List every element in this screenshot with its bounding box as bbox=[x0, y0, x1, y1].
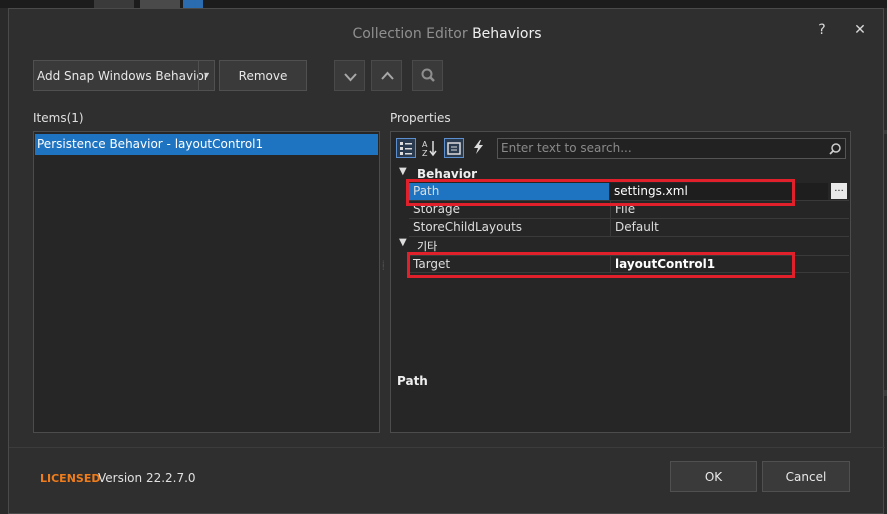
categorized-view-button[interactable] bbox=[396, 138, 416, 158]
collapse-arrow-icon[interactable]: ▼ bbox=[399, 166, 407, 177]
lightning-icon bbox=[474, 140, 483, 154]
footer-divider bbox=[9, 447, 885, 448]
sort-az-icon: AZ bbox=[422, 140, 437, 158]
move-down-button[interactable] bbox=[334, 60, 365, 91]
property-value: Default bbox=[610, 219, 840, 236]
property-search-placeholder: Enter text to search... bbox=[501, 141, 632, 155]
events-button[interactable] bbox=[470, 138, 490, 158]
splitter-grip[interactable]: ⁞ ⁞ bbox=[382, 260, 386, 280]
move-up-button[interactable] bbox=[371, 60, 402, 91]
chevron-down-icon bbox=[344, 73, 357, 82]
property-row-storechildlayouts[interactable]: StoreChildLayouts Default bbox=[409, 219, 849, 237]
add-behavior-button[interactable]: Add Snap Windows Behavior ▾ bbox=[33, 60, 215, 91]
items-header: Items(1) bbox=[33, 111, 84, 125]
svg-text:A: A bbox=[422, 140, 428, 149]
background-tab bbox=[140, 0, 180, 8]
ok-button[interactable]: OK bbox=[670, 461, 757, 492]
search-icon bbox=[421, 68, 435, 82]
svg-text:Z: Z bbox=[422, 149, 428, 158]
licensed-badge: LICENSED bbox=[40, 472, 101, 485]
items-list[interactable]: Persistence Behavior - layoutControl1 bbox=[33, 131, 380, 433]
help-button[interactable]: ? bbox=[811, 19, 833, 41]
close-button[interactable]: ✕ bbox=[849, 19, 871, 41]
highlight-box bbox=[407, 252, 795, 278]
properties-header: Properties bbox=[390, 111, 451, 125]
title-prefix: Collection Editor bbox=[352, 26, 468, 42]
property-name: StoreChildLayouts bbox=[413, 220, 523, 234]
title-main: Behaviors bbox=[472, 26, 542, 42]
description-title: Path bbox=[397, 374, 428, 388]
remove-button[interactable]: Remove bbox=[219, 60, 307, 91]
collapse-arrow-icon[interactable]: ▼ bbox=[399, 237, 407, 248]
collection-editor-dialog: Collection Editor Behaviors ? ✕ Add Snap… bbox=[8, 8, 885, 514]
property-search-field[interactable]: Enter text to search... bbox=[497, 138, 846, 159]
categorized-icon bbox=[400, 142, 412, 155]
search-icon bbox=[829, 143, 841, 155]
search-button[interactable] bbox=[412, 60, 443, 91]
property-pages-button[interactable] bbox=[444, 138, 464, 158]
ellipsis-button[interactable]: ... bbox=[831, 183, 847, 199]
version-label: Version 22.2.7.0 bbox=[98, 471, 196, 485]
property-pages-icon bbox=[447, 142, 461, 155]
alphabetical-view-button[interactable]: AZ bbox=[420, 138, 440, 158]
list-item[interactable]: Persistence Behavior - layoutControl1 bbox=[35, 134, 378, 155]
add-behavior-label: Add Snap Windows Behavior bbox=[37, 69, 209, 83]
add-dropdown-arrow-icon[interactable]: ▾ bbox=[198, 61, 214, 91]
property-grid: AZ Enter text to search... ▼ Behavior Pa… bbox=[390, 131, 851, 433]
dialog-title: Collection Editor Behaviors bbox=[9, 26, 885, 42]
cancel-button[interactable]: Cancel bbox=[762, 461, 850, 492]
background-tab bbox=[94, 0, 134, 8]
background-icon bbox=[183, 0, 203, 8]
highlight-box bbox=[406, 179, 795, 206]
chevron-up-icon bbox=[381, 71, 394, 80]
